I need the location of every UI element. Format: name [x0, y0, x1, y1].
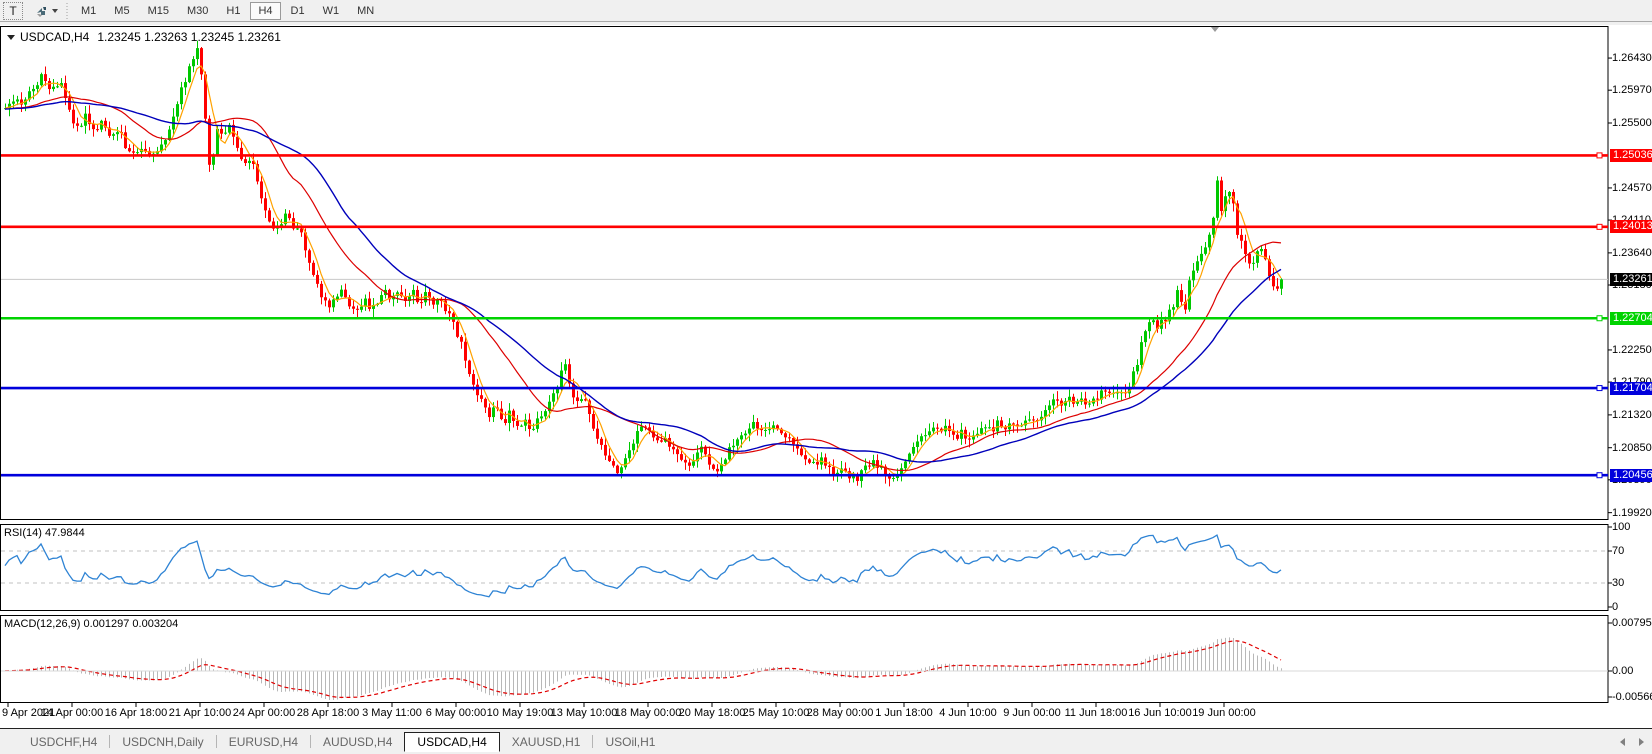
timeframe-button-group: M1M5M15M30H1H4D1W1MN — [72, 2, 383, 20]
chart-ohlc-values: 1.23245 1.23263 1.23245 1.23261 — [97, 30, 281, 44]
date-label: 16 Apr 18:00 — [105, 707, 167, 719]
rsi-tick: 70 — [1612, 545, 1652, 557]
text-tool-icon[interactable]: T — [3, 2, 23, 20]
timeframe-button-h1[interactable]: H1 — [218, 2, 248, 20]
date-label: 20 May 18:00 — [679, 707, 746, 719]
date-label: 1 Jun 18:00 — [875, 707, 933, 719]
timeframe-button-w1[interactable]: W1 — [315, 2, 348, 20]
arrows-glyph — [34, 4, 48, 18]
chart-window: USDCAD,H4 1.23245 1.23263 1.23245 1.2326… — [0, 25, 1652, 728]
dropdown-caret-icon — [52, 9, 58, 13]
date-label: 21 Apr 10:00 — [169, 707, 231, 719]
tab-usoil-h1[interactable]: USOil,H1 — [593, 732, 667, 752]
hline-price-label[interactable]: 1.21704 — [1610, 382, 1652, 395]
date-label: 11 Jun 18:00 — [1065, 707, 1128, 719]
date-label: 25 May 10:00 — [743, 707, 810, 719]
symbol-dropdown-icon[interactable] — [7, 35, 15, 40]
macd-indicator-label: MACD(12,26,9) 0.001297 0.003204 — [4, 618, 178, 630]
rsi-tick: 30 — [1612, 577, 1652, 589]
rsi-tick: 0 — [1612, 601, 1652, 613]
date-label: 10 May 19:00 — [487, 707, 554, 719]
date-label: 28 Apr 18:00 — [297, 707, 359, 719]
price-tick: 1.25500 — [1612, 117, 1652, 129]
top-toolbar: T M1M5M15M30H1H4D1W1MN — [0, 0, 1652, 22]
tab-audusd-h4[interactable]: AUDUSD,H4 — [311, 732, 404, 752]
scroll-right-icon[interactable] — [1639, 738, 1644, 746]
chart-shift-marker-icon[interactable] — [1211, 27, 1219, 32]
timeframe-button-m30[interactable]: M30 — [179, 2, 216, 20]
current-price-label: 1.23261 — [1610, 273, 1652, 286]
date-label: 18 May 00:00 — [615, 707, 682, 719]
cursor-arrows-icon[interactable] — [31, 2, 61, 20]
price-tick: 1.22250 — [1612, 344, 1652, 356]
hline-anchor[interactable] — [1597, 386, 1602, 391]
time-axis[interactable]: 9 Apr 202114 Apr 00:0016 Apr 18:0021 Apr… — [0, 703, 1608, 725]
price-tick: 1.23640 — [1612, 247, 1652, 259]
hline-price-label[interactable]: 1.22704 — [1610, 312, 1652, 325]
tab-scroll-buttons — [1620, 738, 1644, 746]
rsi-tick: 100 — [1612, 521, 1652, 533]
date-label: 14 Apr 00:00 — [41, 707, 103, 719]
date-label: 16 Jun 10:00 — [1128, 707, 1192, 719]
macd-tick: -0.005663 — [1612, 691, 1652, 703]
date-label: 13 May 10:00 — [551, 707, 618, 719]
hline-price-label[interactable]: 1.24013 — [1610, 220, 1652, 233]
price-tick: 1.21320 — [1612, 409, 1652, 421]
mt4-terminal: T M1M5M15M30H1H4D1W1MN USDCAD,H4 1.23245… — [0, 0, 1652, 754]
price-tick: 1.24570 — [1612, 182, 1652, 194]
rsi-indicator-label: RSI(14) 47.9844 — [4, 527, 85, 539]
timeframe-button-h4[interactable]: H4 — [250, 2, 280, 20]
price-tick: 1.26430 — [1612, 52, 1652, 64]
hline-anchor[interactable] — [1597, 473, 1602, 478]
pane-border-2 — [1, 616, 1609, 703]
chart-title: USDCAD,H4 1.23245 1.23263 1.23245 1.2326… — [7, 30, 281, 44]
date-label: 6 May 00:00 — [426, 707, 487, 719]
hline-anchor[interactable] — [1597, 316, 1602, 321]
chart-canvas[interactable] — [0, 25, 1652, 728]
tab-usdcnh-daily[interactable]: USDCNH,Daily — [110, 732, 215, 752]
timeframe-button-m5[interactable]: M5 — [106, 2, 137, 20]
tab-usdcad-h4[interactable]: USDCAD,H4 — [404, 732, 499, 752]
date-label: 24 Apr 00:00 — [233, 707, 295, 719]
pane-border-1 — [1, 525, 1609, 611]
timeframe-button-mn[interactable]: MN — [349, 2, 382, 20]
toolbar-separator — [64, 3, 69, 19]
date-label: 3 May 11:00 — [362, 707, 422, 719]
price-tick: 1.19920 — [1612, 507, 1652, 519]
timeframe-button-d1[interactable]: D1 — [283, 2, 313, 20]
price-tick: 1.25970 — [1612, 84, 1652, 96]
date-label: 9 Jun 00:00 — [1003, 707, 1061, 719]
timeframe-button-m15[interactable]: M15 — [140, 2, 177, 20]
hline-anchor[interactable] — [1597, 153, 1602, 158]
pane-splitter[interactable] — [0, 611, 1608, 614]
tab-eurusd-h4[interactable]: EURUSD,H4 — [217, 732, 310, 752]
macd-tick: 0.007959 — [1612, 617, 1652, 629]
tab-xauusd-h1[interactable]: XAUUSD,H1 — [500, 732, 593, 752]
macd-tick: 0.00 — [1612, 665, 1652, 677]
date-label: 19 Jun 00:00 — [1192, 707, 1256, 719]
chart-tab-bar: USDCHF,H4USDCNH,DailyEURUSD,H4AUDUSD,H4U… — [0, 728, 1652, 754]
hline-price-label[interactable]: 1.25036 — [1610, 149, 1652, 162]
timeframe-button-m1[interactable]: M1 — [73, 2, 104, 20]
scroll-left-icon[interactable] — [1620, 738, 1625, 746]
pane-splitter[interactable] — [0, 520, 1608, 523]
date-label: 4 Jun 10:00 — [939, 707, 997, 719]
chart-symbol: USDCAD,H4 — [20, 30, 89, 44]
hline-price-label[interactable]: 1.20456 — [1610, 469, 1652, 482]
hline-anchor[interactable] — [1597, 224, 1602, 229]
price-tick: 1.20850 — [1612, 442, 1652, 454]
date-label: 28 May 00:00 — [807, 707, 874, 719]
tab-usdchf-h4[interactable]: USDCHF,H4 — [18, 732, 109, 752]
